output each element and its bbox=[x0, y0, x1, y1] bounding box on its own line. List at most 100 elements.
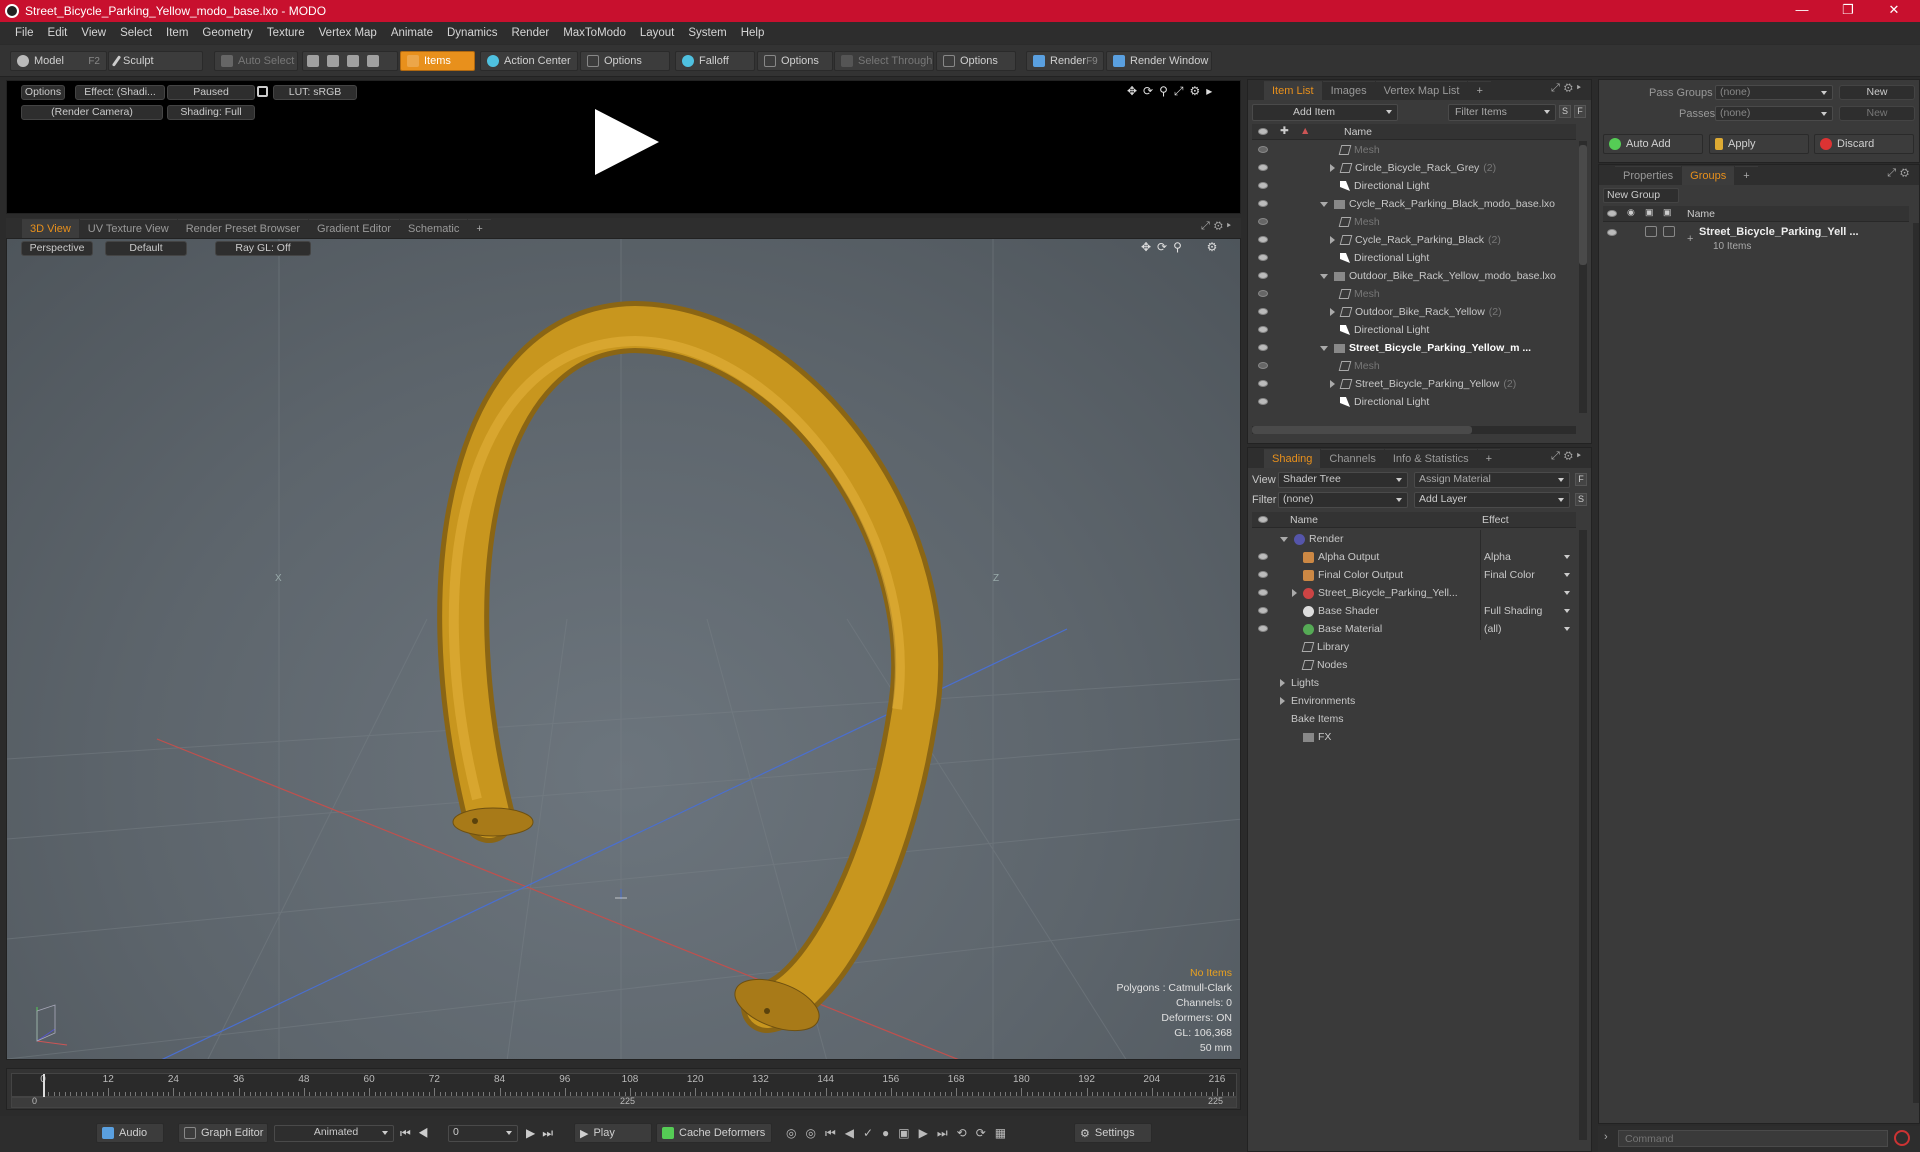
viewport-tab-render-preset-browser[interactable]: Render Preset Browser bbox=[177, 219, 309, 238]
item-list-row[interactable]: Circle_Bicycle_Rack_Grey (2) bbox=[1252, 159, 1576, 177]
select-column-icon[interactable]: ▣ bbox=[1663, 207, 1672, 218]
visibility-column-icon[interactable] bbox=[1258, 128, 1268, 135]
expand-arrow-icon[interactable] bbox=[1280, 697, 1285, 705]
auto-add-button[interactable]: Auto Add bbox=[1603, 134, 1703, 154]
viewport-tab-uv-texture-view[interactable]: UV Texture View bbox=[79, 219, 177, 238]
vertices-mode-icon[interactable] bbox=[307, 55, 319, 67]
render-button[interactable]: Render F9 bbox=[1026, 51, 1104, 71]
visibility-eye-icon[interactable] bbox=[1258, 290, 1268, 297]
effect-dropdown[interactable]: Alpha bbox=[1484, 551, 1511, 563]
visibility-column-icon[interactable] bbox=[1258, 516, 1268, 523]
expand-arrow-icon[interactable] bbox=[1292, 589, 1297, 597]
preview-paused-button[interactable]: Paused bbox=[167, 85, 255, 100]
filter-s-button[interactable]: S bbox=[1559, 105, 1571, 118]
expand-arrow-icon[interactable] bbox=[1330, 308, 1335, 316]
shader-tree-row[interactable]: FX bbox=[1252, 728, 1576, 746]
menu-layout[interactable]: Layout bbox=[633, 27, 682, 39]
visibility-eye-icon[interactable] bbox=[1258, 164, 1268, 171]
falloff-options-button[interactable]: Options bbox=[757, 51, 833, 71]
effect-chevron-down-icon[interactable] bbox=[1564, 627, 1570, 631]
passes-dropdown[interactable]: (none) bbox=[1715, 106, 1833, 121]
preview-effect-dropdown[interactable]: Effect: (Shadi... bbox=[75, 85, 165, 100]
materials-mode-icon[interactable] bbox=[367, 55, 379, 67]
item-list-row[interactable]: Mesh bbox=[1252, 213, 1576, 231]
new-pass-button[interactable]: New bbox=[1839, 106, 1915, 121]
current-frame-input[interactable]: 0 bbox=[448, 1125, 518, 1142]
menu-dynamics[interactable]: Dynamics bbox=[440, 27, 504, 39]
groups-tab-properties[interactable]: Properties bbox=[1615, 166, 1682, 185]
assign-material-input[interactable]: Assign Material bbox=[1414, 472, 1570, 488]
shader-tree-row[interactable]: Base Shader Full Shading bbox=[1252, 602, 1576, 620]
key-tools-icons[interactable]: ◎◎⏮◀✓●▣▶⏭⟲⟳▦ bbox=[786, 1126, 1015, 1141]
raygl-dropdown[interactable]: Ray GL: Off bbox=[215, 241, 311, 256]
visibility-eye-icon[interactable] bbox=[1258, 625, 1268, 632]
visibility-eye-icon[interactable] bbox=[1258, 380, 1268, 387]
shading-tab-info-statistics[interactable]: Info & Statistics bbox=[1384, 449, 1477, 468]
shader-tree-row[interactable]: Lights bbox=[1252, 674, 1576, 692]
shader-tree-row[interactable]: Bake Items bbox=[1252, 710, 1576, 728]
menu-maxtomodo[interactable]: MaxToModo bbox=[556, 27, 633, 39]
discard-button[interactable]: Discard bbox=[1814, 134, 1914, 154]
effect-dropdown[interactable]: (all) bbox=[1484, 623, 1502, 635]
perspective-dropdown[interactable]: Perspective bbox=[21, 241, 93, 256]
item-list-row[interactable]: Directional Light bbox=[1252, 177, 1576, 195]
menu-geometry[interactable]: Geometry bbox=[195, 27, 260, 39]
expand-arrow-icon[interactable] bbox=[1330, 380, 1335, 388]
shader-tree-row[interactable]: Nodes bbox=[1252, 656, 1576, 674]
effect-chevron-down-icon[interactable] bbox=[1564, 573, 1570, 577]
item-list-row[interactable]: Mesh bbox=[1252, 285, 1576, 303]
menu-vertex-map[interactable]: Vertex Map bbox=[312, 27, 384, 39]
expand-icon[interactable]: + bbox=[1687, 233, 1693, 245]
visibility-eye-icon[interactable] bbox=[1258, 553, 1268, 560]
shading-s-button[interactable]: S bbox=[1575, 493, 1587, 506]
collapse-arrow-icon[interactable] bbox=[1320, 201, 1328, 207]
lut-dropdown[interactable]: LUT: sRGB bbox=[273, 85, 357, 100]
close-icon[interactable]: ✕ bbox=[1872, 0, 1916, 22]
viewport-corner-icons[interactable]: ⤢⚙▸ bbox=[1201, 220, 1235, 233]
visibility-eye-icon[interactable] bbox=[1258, 308, 1268, 315]
shading-add-tab-button[interactable]: + bbox=[1477, 449, 1501, 468]
visibility-eye-icon[interactable] bbox=[1258, 182, 1268, 189]
item-list-row[interactable]: Cycle_Rack_Parking_Black (2) bbox=[1252, 231, 1576, 249]
expand-arrow-icon[interactable] bbox=[1280, 679, 1285, 687]
itemlist-tab-item-list[interactable]: Item List bbox=[1264, 81, 1322, 100]
groups-add-tab-button[interactable]: + bbox=[1735, 166, 1758, 185]
item-list-row[interactable]: Directional Light bbox=[1252, 249, 1576, 267]
settings-button[interactable]: ⚙ Settings bbox=[1074, 1123, 1152, 1143]
viewport-add-tab-button[interactable]: + bbox=[468, 219, 491, 238]
menu-help[interactable]: Help bbox=[734, 27, 772, 39]
lock-column-icon[interactable]: ▲ bbox=[1300, 125, 1310, 137]
edges-mode-icon[interactable] bbox=[327, 55, 339, 67]
itemlist-tab-images[interactable]: Images bbox=[1322, 81, 1375, 100]
visibility-eye-icon[interactable] bbox=[1258, 344, 1268, 351]
effect-dropdown[interactable]: Full Shading bbox=[1484, 605, 1542, 617]
effect-chevron-down-icon[interactable] bbox=[1564, 591, 1570, 595]
menu-edit[interactable]: Edit bbox=[41, 27, 75, 39]
item-list-row[interactable]: Outdoor_Bike_Rack_Yellow (2) bbox=[1252, 303, 1576, 321]
viewport-tab-schematic[interactable]: Schematic bbox=[400, 219, 468, 238]
falloff-button[interactable]: Falloff bbox=[675, 51, 755, 71]
action-center-options-button[interactable]: Options bbox=[580, 51, 670, 71]
group-lock-checkbox[interactable] bbox=[1645, 226, 1657, 237]
expand-arrow-icon[interactable] bbox=[1330, 236, 1335, 244]
items-mode-button[interactable]: Items bbox=[400, 51, 475, 71]
timeline-range-bar[interactable]: 0 225 225 bbox=[11, 1096, 1237, 1108]
group-row[interactable]: + Street_Bicycle_Parking_Yell ... 10 Ite… bbox=[1603, 223, 1909, 257]
menu-view[interactable]: View bbox=[74, 27, 113, 39]
playhead[interactable] bbox=[43, 1074, 45, 1098]
visibility-eye-icon[interactable] bbox=[1258, 200, 1268, 207]
shader-tree-row[interactable]: Render bbox=[1252, 530, 1576, 548]
action-center-button[interactable]: Action Center bbox=[480, 51, 578, 71]
item-list-scrollbar[interactable] bbox=[1579, 141, 1587, 413]
visibility-eye-icon[interactable] bbox=[1258, 236, 1268, 243]
visibility-eye-icon[interactable] bbox=[1258, 589, 1268, 596]
viewport-tab-gradient-editor[interactable]: Gradient Editor bbox=[309, 219, 399, 238]
menu-select[interactable]: Select bbox=[113, 27, 159, 39]
collapse-arrow-icon[interactable] bbox=[1320, 345, 1328, 351]
collapse-arrow-icon[interactable] bbox=[1320, 273, 1328, 279]
visibility-eye-icon[interactable] bbox=[1258, 607, 1268, 614]
shading-scrollbar[interactable] bbox=[1579, 530, 1587, 1140]
default-style-dropdown[interactable]: Default bbox=[105, 241, 187, 256]
shader-tree-row[interactable]: Final Color Output Final Color bbox=[1252, 566, 1576, 584]
menu-system[interactable]: System bbox=[681, 27, 733, 39]
